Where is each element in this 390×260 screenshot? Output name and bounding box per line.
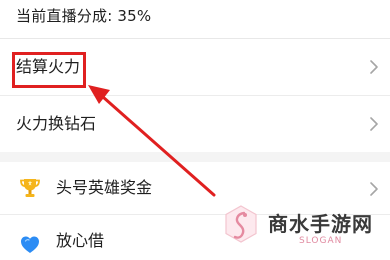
section-divider (0, 152, 390, 162)
watermark-subtitle: SLOGAN (299, 236, 343, 246)
revenue-share-row: 当前直播分成: 35% (0, 0, 390, 39)
chevron-right-icon (368, 59, 380, 75)
menu-item-label-exchange-firepower: 火力换钻石 (16, 114, 97, 133)
watermark: 商水手游网 SLOGAN (221, 203, 376, 247)
revenue-share-text: 当前直播分成: 35% (16, 7, 152, 25)
chevron-right-icon (368, 181, 380, 197)
watermark-title: 商水手游网 (268, 212, 373, 236)
menu-item-label-headline-hero-bonus: 头号英雄奖金 (56, 178, 153, 197)
watermark-logo-icon (221, 203, 261, 247)
menu-item-exchange-firepower[interactable]: 火力换钻石 (0, 96, 390, 152)
trophy-icon (18, 176, 42, 200)
menu-item-label-fangxin-borrow: 放心借 (56, 231, 105, 250)
heart-icon (18, 232, 42, 256)
highlight-box (12, 52, 86, 88)
chevron-right-icon (368, 116, 380, 132)
